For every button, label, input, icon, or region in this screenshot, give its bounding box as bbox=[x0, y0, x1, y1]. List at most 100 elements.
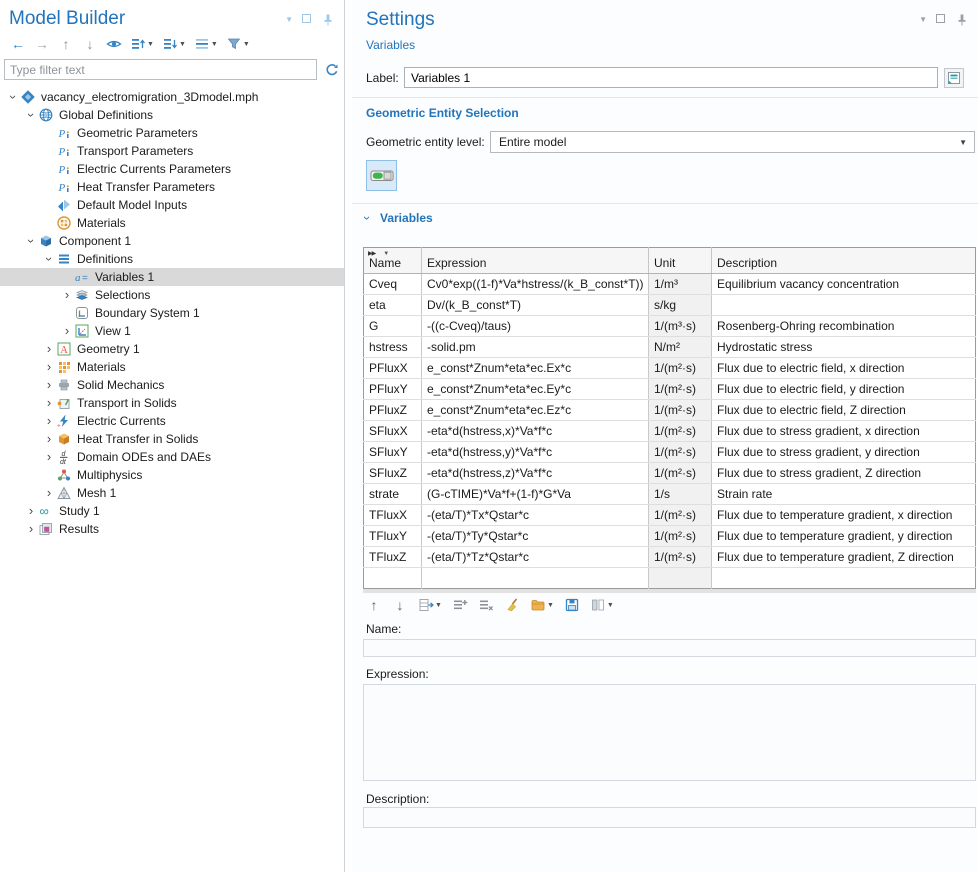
tree-item-multiphysics[interactable]: Multiphysics bbox=[0, 466, 344, 484]
expression-cell[interactable]: -eta*d(hstress,y)*Va*f*c bbox=[422, 442, 649, 463]
tree-item-materials[interactable]: Materials bbox=[0, 214, 344, 232]
tree-item-geometric-parameters[interactable]: PGeometric Parameters bbox=[0, 124, 344, 142]
description-cell[interactable]: Strain rate bbox=[712, 484, 976, 505]
collapse-all-button[interactable]: ▼ bbox=[160, 35, 188, 53]
tree-item-transport-parameters[interactable]: PTransport Parameters bbox=[0, 142, 344, 160]
tree-item-heat-transfer-parameters[interactable]: PHeat Transfer Parameters bbox=[0, 178, 344, 196]
tree-item-view-1[interactable]: ›View 1 bbox=[0, 322, 344, 340]
name-cell[interactable]: G bbox=[364, 316, 422, 337]
back-arrow-button[interactable]: ← bbox=[8, 35, 28, 53]
expander-closed-icon[interactable]: › bbox=[42, 487, 56, 499]
description-input[interactable] bbox=[363, 807, 976, 828]
expander-closed-icon[interactable]: › bbox=[60, 325, 74, 337]
tree-item-variables-1[interactable]: a=Variables 1 bbox=[0, 268, 344, 286]
description-cell[interactable]: Flux due to stress gradient, x direction bbox=[712, 421, 976, 442]
unit-cell[interactable]: 1/(m³·s) bbox=[649, 316, 712, 337]
unit-cell[interactable]: 1/(m²·s) bbox=[649, 400, 712, 421]
description-cell[interactable]: Hydrostatic stress bbox=[712, 337, 976, 358]
expander-closed-icon[interactable]: › bbox=[42, 343, 56, 355]
name-cell[interactable]: SFluxZ bbox=[364, 463, 422, 484]
expander-closed-icon[interactable]: › bbox=[42, 451, 56, 463]
expander-closed-icon[interactable]: › bbox=[42, 379, 56, 391]
clear-broom-button[interactable] bbox=[502, 596, 522, 614]
row-down-arrow-button[interactable]: ↓ bbox=[390, 596, 410, 614]
name-cell[interactable]: strate bbox=[364, 484, 422, 505]
description-cell[interactable]: Flux due to temperature gradient, x dire… bbox=[712, 505, 976, 526]
node-label-button[interactable]: ▼ bbox=[192, 35, 220, 53]
unit-cell[interactable]: 1/(m²·s) bbox=[649, 526, 712, 547]
tree-item-transport-in-solids[interactable]: ›Transport in Solids bbox=[0, 394, 344, 412]
name-cell[interactable]: SFluxY bbox=[364, 442, 422, 463]
unit-cell[interactable]: 1/(m²·s) bbox=[649, 421, 712, 442]
label-input[interactable] bbox=[404, 67, 938, 88]
tree-item-component-1[interactable]: ›Component 1 bbox=[0, 232, 344, 250]
expression-cell[interactable]: -solid.pm bbox=[422, 337, 649, 358]
expression-cell[interactable] bbox=[422, 568, 649, 589]
expander-open-icon[interactable]: › bbox=[6, 91, 20, 103]
expander-closed-icon[interactable]: › bbox=[24, 505, 38, 517]
filter-input[interactable] bbox=[4, 59, 317, 80]
move-down-arrow-button[interactable]: ↓ bbox=[80, 35, 100, 53]
tree-item-results[interactable]: ›Results bbox=[0, 520, 344, 538]
expression-cell[interactable]: Cv0*exp((1-f)*Va*hstress/(k_B_const*T)) bbox=[422, 274, 649, 295]
section-collapse-icon[interactable]: › bbox=[361, 216, 373, 220]
tree-item-global-definitions[interactable]: ›Global Definitions bbox=[0, 106, 344, 124]
unit-cell[interactable]: 1/(m²·s) bbox=[649, 442, 712, 463]
tree-item-default-model-inputs[interactable]: Default Model Inputs bbox=[0, 196, 344, 214]
show-eye-button[interactable] bbox=[104, 35, 124, 53]
expander-closed-icon[interactable]: › bbox=[42, 433, 56, 445]
tree-item-study-1[interactable]: ›∞Study 1 bbox=[0, 502, 344, 520]
tree-item-electric-currents[interactable]: ›+Electric Currents bbox=[0, 412, 344, 430]
add-row-button[interactable] bbox=[450, 596, 470, 614]
float-window-icon[interactable] bbox=[936, 14, 945, 26]
description-cell[interactable] bbox=[712, 295, 976, 316]
tree-item-geometry-1[interactable]: ›AGeometry 1 bbox=[0, 340, 344, 358]
sort-caret-icon[interactable]: ▼ bbox=[383, 251, 389, 257]
expander-closed-icon[interactable]: › bbox=[42, 361, 56, 373]
unit-cell[interactable]: 1/(m²·s) bbox=[649, 547, 712, 568]
unit-cell[interactable]: 1/(m²·s) bbox=[649, 463, 712, 484]
tree-item-definitions[interactable]: ›Definitions bbox=[0, 250, 344, 268]
expression-cell[interactable]: (G-cTIME)*Va*f+(1-f)*G*Va bbox=[422, 484, 649, 505]
tree-item-solid-mechanics[interactable]: ›Solid Mechanics bbox=[0, 376, 344, 394]
horizontal-scrollbar[interactable] bbox=[363, 589, 976, 593]
description-cell[interactable]: Equilibrium vacancy concentration bbox=[712, 274, 976, 295]
dropdown-arrow-icon[interactable]: ▼ bbox=[285, 12, 293, 28]
name-cell[interactable]: TFluxZ bbox=[364, 547, 422, 568]
description-cell[interactable]: Rosenberg-Ohring recombination bbox=[712, 316, 976, 337]
unit-cell[interactable]: 1/m³ bbox=[649, 274, 712, 295]
expression-cell[interactable]: -eta*d(hstress,x)*Va*f*c bbox=[422, 421, 649, 442]
geometric-entity-level-select[interactable]: Entire model ▼ bbox=[490, 131, 975, 153]
expression-cell[interactable]: -(eta/T)*Ty*Qstar*c bbox=[422, 526, 649, 547]
expander-closed-icon[interactable]: › bbox=[24, 523, 38, 535]
name-cell[interactable]: TFluxX bbox=[364, 505, 422, 526]
dropdown-arrow-icon[interactable]: ▼ bbox=[919, 12, 927, 28]
unit-cell[interactable]: 1/s bbox=[649, 484, 712, 505]
name-cell[interactable]: PFluxZ bbox=[364, 400, 422, 421]
move-up-arrow-button[interactable]: ↑ bbox=[56, 35, 76, 53]
description-cell[interactable]: Flux due to stress gradient, Z direction bbox=[712, 463, 976, 484]
description-cell[interactable]: Flux due to stress gradient, y direction bbox=[712, 442, 976, 463]
description-cell[interactable]: Flux due to electric field, Z direction bbox=[712, 400, 976, 421]
name-cell[interactable] bbox=[364, 568, 422, 589]
name-cell[interactable]: PFluxY bbox=[364, 379, 422, 400]
expander-closed-icon[interactable]: › bbox=[42, 415, 56, 427]
pin-icon[interactable] bbox=[320, 12, 336, 28]
delete-row-button[interactable] bbox=[476, 596, 496, 614]
name-cell[interactable]: TFluxY bbox=[364, 526, 422, 547]
expression-cell[interactable]: e_const*Znum*eta*ec.Ey*c bbox=[422, 379, 649, 400]
rename-note-button[interactable] bbox=[944, 68, 964, 88]
unit-cell[interactable]: N/m² bbox=[649, 337, 712, 358]
name-cell[interactable]: SFluxX bbox=[364, 421, 422, 442]
expression-textarea[interactable] bbox=[363, 684, 976, 781]
description-cell[interactable]: Flux due to electric field, y direction bbox=[712, 379, 976, 400]
refresh-button[interactable] bbox=[322, 61, 342, 79]
unit-cell[interactable]: 1/(m²·s) bbox=[649, 505, 712, 526]
expand-all-button[interactable]: ▼ bbox=[128, 35, 156, 53]
description-cell[interactable]: Flux due to electric field, x direction bbox=[712, 358, 976, 379]
expression-cell[interactable]: -eta*d(hstress,z)*Va*f*c bbox=[422, 463, 649, 484]
description-cell[interactable]: Flux due to temperature gradient, y dire… bbox=[712, 526, 976, 547]
tree-item-boundary-system-1[interactable]: Boundary System 1 bbox=[0, 304, 344, 322]
unit-cell[interactable]: 1/(m²·s) bbox=[649, 358, 712, 379]
name-cell[interactable]: PFluxX bbox=[364, 358, 422, 379]
